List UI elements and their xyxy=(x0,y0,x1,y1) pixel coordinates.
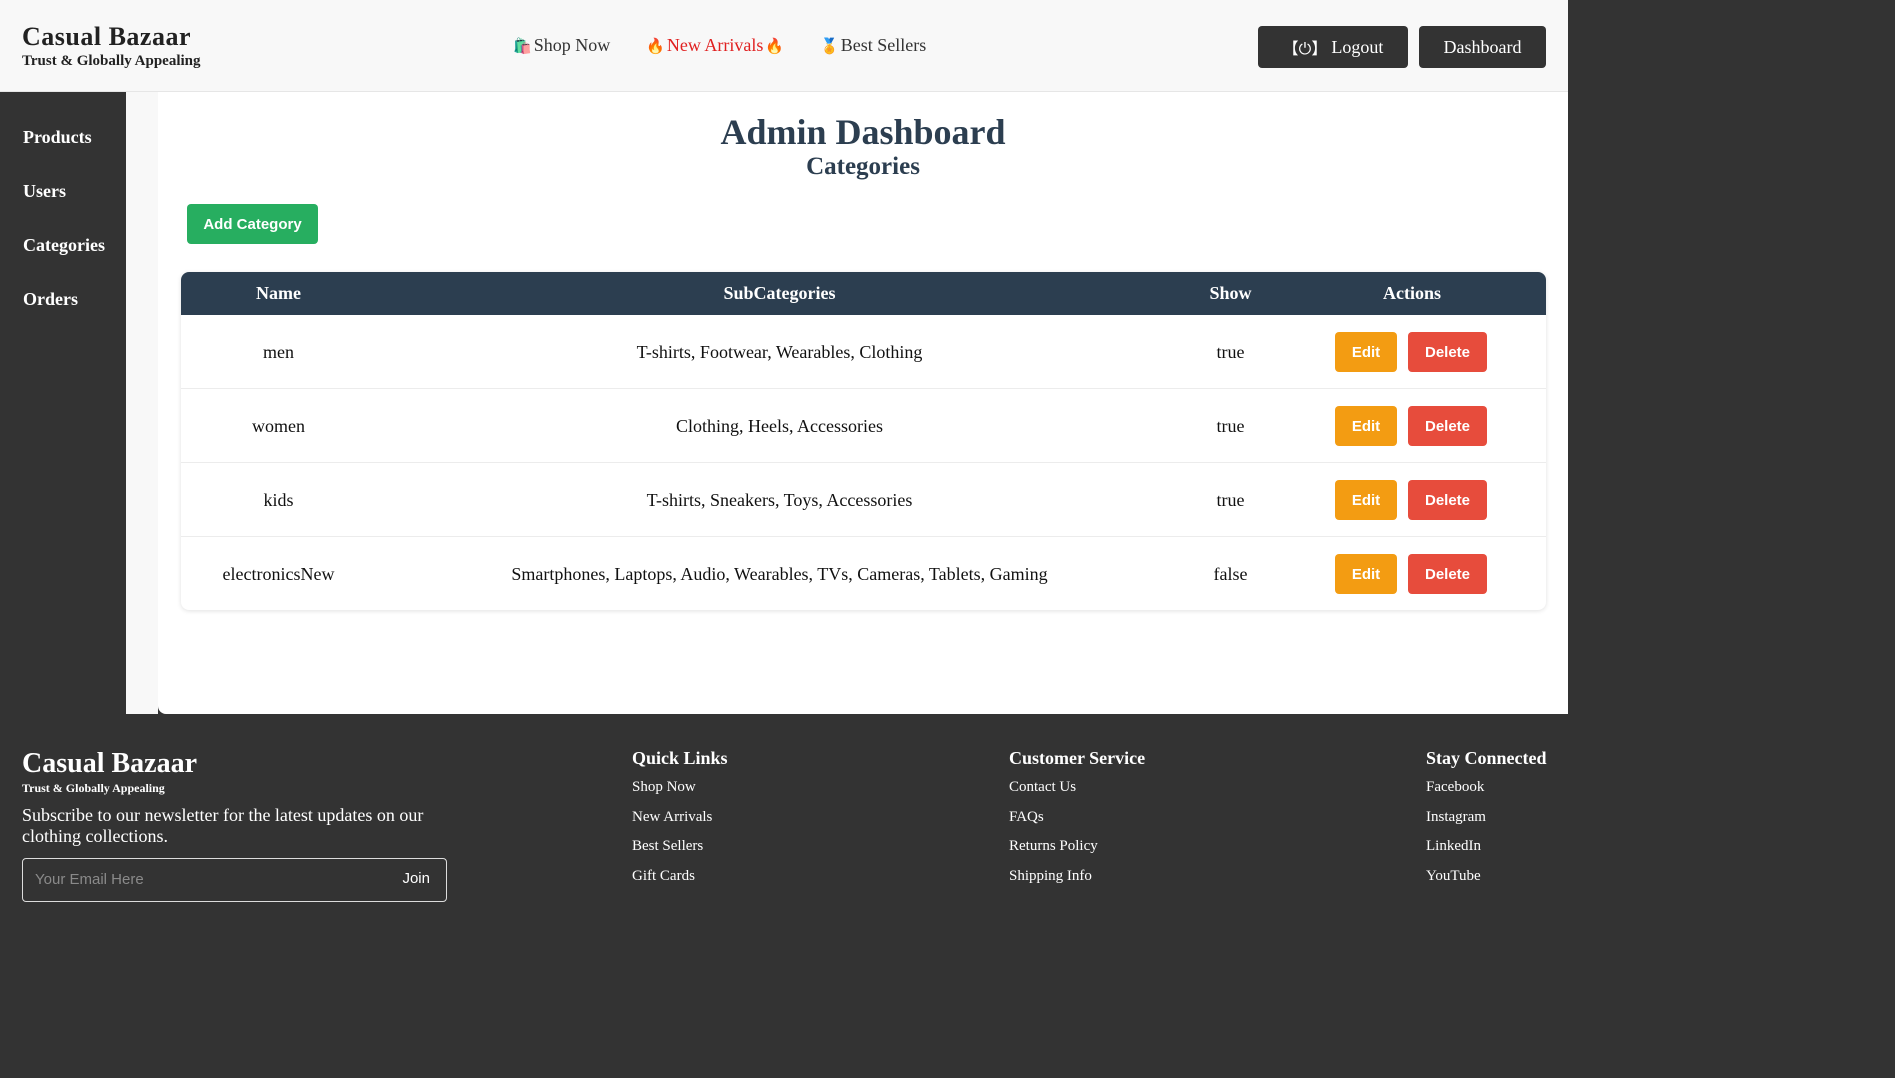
footer-column-title: Customer Service xyxy=(1009,748,1146,768)
delete-button[interactable]: Delete xyxy=(1408,554,1487,594)
footer-link-youtube[interactable]: YouTube xyxy=(1426,867,1547,885)
delete-button[interactable]: Delete xyxy=(1408,480,1487,520)
newsletter-form: Join xyxy=(22,858,447,902)
cell-name: electronicsNew xyxy=(222,564,335,584)
footer-column-title: Quick Links xyxy=(632,748,728,768)
cell-subcategories: Smartphones, Laptops, Audio, Wearables, … xyxy=(511,564,1048,584)
footer-link-returns-policy[interactable]: Returns Policy xyxy=(1009,837,1145,855)
sidebar: Products Users Categories Orders xyxy=(0,92,126,714)
column-header-subcategories[interactable]: SubCategories xyxy=(376,272,1183,315)
footer: Casual Bazaar Trust & Globally Appealing… xyxy=(0,714,1568,902)
sidebar-item-users[interactable]: Users xyxy=(23,181,66,202)
table-row: electronicsNew Smartphones, Laptops, Aud… xyxy=(181,537,1546,610)
power-icon: 【⏻】 xyxy=(1282,39,1328,58)
table-row: women Clothing, Heels, Accessories true … xyxy=(181,389,1546,463)
column-header-name[interactable]: Name xyxy=(181,272,376,315)
logout-button[interactable]: 【⏻】 Logout xyxy=(1258,26,1408,68)
page-title: Admin Dashboard xyxy=(720,112,1006,152)
logout-label: Logout xyxy=(1331,36,1384,57)
footer-brand-name: Casual Bazaar xyxy=(22,748,197,779)
footer-link-linkedin[interactable]: LinkedIn xyxy=(1426,837,1547,855)
nav-label: New Arrivals xyxy=(666,35,764,55)
footer-link-faqs[interactable]: FAQs xyxy=(1009,808,1145,826)
column-header-actions: Actions xyxy=(1383,283,1441,303)
edit-button[interactable]: Edit xyxy=(1335,406,1397,446)
cell-subcategories: T-shirts, Footwear, Wearables, Clothing xyxy=(636,342,923,362)
footer-column-title: Stay Connected xyxy=(1426,748,1547,768)
footer-link-instagram[interactable]: Instagram xyxy=(1426,808,1547,826)
footer-brand-tagline: Trust & Globally Appealing xyxy=(22,781,165,795)
categories-table: Name SubCategories Show Actions men T-sh… xyxy=(181,272,1546,610)
sidebar-item-orders[interactable]: Orders xyxy=(23,289,78,310)
table-header: Name SubCategories Show Actions xyxy=(181,272,1546,315)
email-input[interactable] xyxy=(23,859,383,899)
cell-subcategories: Clothing, Heels, Accessories xyxy=(676,416,883,436)
brand-name: Casual Bazaar xyxy=(22,22,191,51)
footer-link-shop-now[interactable]: Shop Now xyxy=(632,778,728,796)
footer-quick-links: Quick Links Shop Now New Arrivals Best S… xyxy=(632,747,728,896)
nav-label: Shop Now xyxy=(533,35,611,55)
footer-link-best-sellers[interactable]: Best Sellers xyxy=(632,837,728,855)
brand[interactable]: Casual Bazaar Trust & Globally Appealing xyxy=(22,22,201,70)
cell-show: true xyxy=(1216,416,1245,436)
nav-shop-now[interactable]: 🛍️ Shop Now xyxy=(513,35,610,56)
delete-button[interactable]: Delete xyxy=(1408,406,1487,446)
main-panel: Admin Dashboard Categories Add Category … xyxy=(158,92,1568,714)
shopping-bag-icon: 🛍️ xyxy=(513,36,532,55)
cell-show: true xyxy=(1216,342,1245,362)
table-row: kids T-shirts, Sneakers, Toys, Accessori… xyxy=(181,463,1546,537)
cell-show: true xyxy=(1216,490,1245,510)
footer-link-new-arrivals[interactable]: New Arrivals xyxy=(632,808,728,826)
edit-button[interactable]: Edit xyxy=(1335,554,1397,594)
delete-button[interactable]: Delete xyxy=(1408,332,1487,372)
newsletter-text: Subscribe to our newsletter for the late… xyxy=(22,805,424,846)
dashboard-button[interactable]: Dashboard xyxy=(1419,26,1546,68)
cell-name: kids xyxy=(263,490,294,510)
cell-show: false xyxy=(1213,564,1248,584)
column-header-show[interactable]: Show xyxy=(1183,272,1278,315)
footer-link-gift-cards[interactable]: Gift Cards xyxy=(632,867,728,885)
join-button[interactable]: Join xyxy=(402,870,430,887)
fire-icon: 🔥 xyxy=(765,36,785,55)
cell-subcategories: T-shirts, Sneakers, Toys, Accessories xyxy=(646,490,913,510)
main-nav: 🛍️ Shop Now 🔥 New Arrivals 🔥 🏅 Best Sell… xyxy=(513,35,926,56)
footer-link-facebook[interactable]: Facebook xyxy=(1426,778,1547,796)
footer-stay-connected: Stay Connected Facebook Instagram Linked… xyxy=(1426,747,1547,896)
add-category-button[interactable]: Add Category xyxy=(187,204,318,244)
footer-link-shipping-info[interactable]: Shipping Info xyxy=(1009,867,1145,885)
table-row: men T-shirts, Footwear, Wearables, Cloth… xyxy=(181,315,1546,389)
nav-best-sellers[interactable]: 🏅 Best Sellers xyxy=(820,35,926,56)
cell-name: men xyxy=(263,342,294,362)
content-gutter xyxy=(126,92,158,714)
sidebar-item-products[interactable]: Products xyxy=(23,127,92,148)
sidebar-item-categories[interactable]: Categories xyxy=(23,235,105,256)
footer-link-contact-us[interactable]: Contact Us xyxy=(1009,778,1145,796)
edit-button[interactable]: Edit xyxy=(1335,332,1397,372)
fire-icon: 🔥 xyxy=(646,36,665,55)
footer-customer-service: Customer Service Contact Us FAQs Returns… xyxy=(1009,747,1145,896)
page-subtitle: Categories xyxy=(806,153,920,180)
cell-name: women xyxy=(252,416,305,436)
top-header: Casual Bazaar Trust & Globally Appealing… xyxy=(0,0,1568,92)
edit-button[interactable]: Edit xyxy=(1335,480,1397,520)
nav-label: Best Sellers xyxy=(840,35,927,55)
nav-new-arrivals[interactable]: 🔥 New Arrivals 🔥 xyxy=(646,35,784,56)
medal-icon: 🏅 xyxy=(820,36,839,55)
brand-tagline: Trust & Globally Appealing xyxy=(22,53,201,69)
